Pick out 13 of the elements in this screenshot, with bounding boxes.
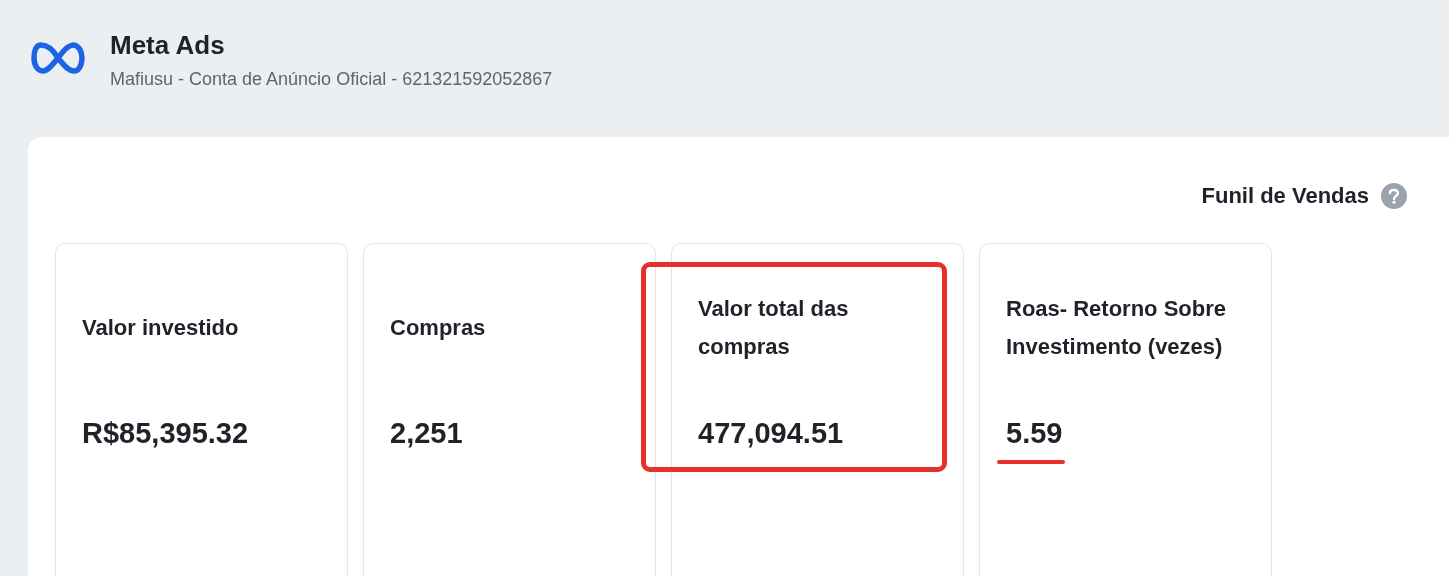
metric-value: 2,251 [390,417,463,449]
metric-label: Compras [390,314,486,342]
metric-label: Roas- Retorno Sobre Investimento (vezes) [1006,295,1228,361]
metric-label: Valor investido [82,314,239,342]
infinity-logo-icon [31,42,85,74]
metric-label: Valor total das compras [698,295,850,361]
account-subtitle: Mafiusu - Conta de Anúncio Oficial - 621321592052867 [110,68,553,91]
metric-value: 5.59 [1006,417,1063,449]
metric-value: R$85,395.32 [82,417,249,449]
help-icon[interactable] [1381,182,1407,209]
panel-title: Funil de Vendas [1201,182,1369,210]
metric-value: 477,094.51 [698,417,844,449]
page-title: Meta Ads [110,29,226,62]
